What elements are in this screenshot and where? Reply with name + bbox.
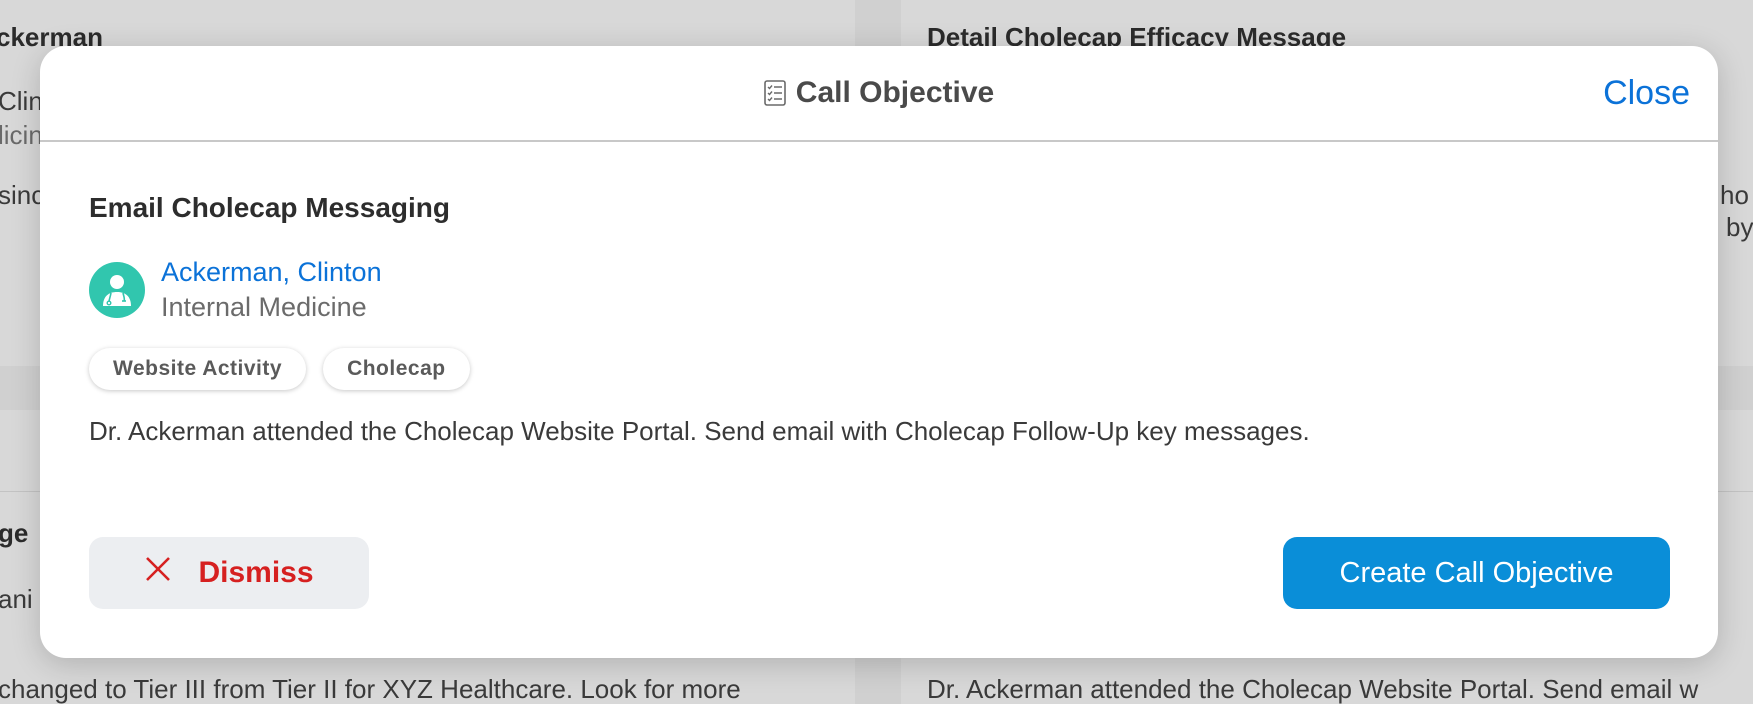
tag-cholecap: Cholecap bbox=[323, 348, 470, 390]
dismiss-button[interactable]: Dismiss bbox=[89, 537, 369, 609]
call-objective-modal: Call Objective Close Email Cholecap Mess… bbox=[40, 46, 1718, 658]
background-text: by bbox=[1726, 212, 1753, 242]
objective-title: Email Cholecap Messaging bbox=[89, 192, 450, 223]
background-text: Dr. Ackerman attended the Cholecap Websi… bbox=[927, 674, 1699, 704]
modal-header: Call Objective Close bbox=[40, 46, 1718, 142]
contact-specialty: Internal Medicine bbox=[161, 292, 367, 322]
close-x-icon bbox=[144, 555, 172, 591]
background-text: ani bbox=[0, 584, 33, 614]
create-call-objective-button[interactable]: Create Call Objective bbox=[1283, 537, 1670, 609]
background-text: licin bbox=[0, 120, 43, 150]
background-card-title-left-2: ge bbox=[0, 518, 29, 548]
contact-info: Ackerman, Clinton Internal Medicine bbox=[161, 257, 382, 323]
tag-list: Website Activity Cholecap bbox=[89, 348, 470, 390]
tag-website-activity: Website Activity bbox=[89, 348, 307, 390]
background-text: ho bbox=[1720, 180, 1749, 210]
objective-description: Dr. Ackerman attended the Cholecap Websi… bbox=[89, 416, 1310, 446]
contact-name-link[interactable]: Ackerman, Clinton bbox=[161, 257, 382, 288]
modal-title: Call Objective bbox=[40, 76, 1718, 110]
modal-title-text: Call Objective bbox=[795, 76, 995, 109]
background-text: sinc bbox=[0, 180, 45, 210]
background-text: changed to Tier III from Tier II for XYZ… bbox=[0, 674, 741, 704]
checklist-icon bbox=[763, 80, 786, 106]
contact-row: Ackerman, Clinton Internal Medicine bbox=[89, 257, 382, 323]
doctor-avatar-icon bbox=[89, 262, 145, 318]
dismiss-label: Dismiss bbox=[198, 556, 314, 589]
close-button[interactable]: Close bbox=[1603, 74, 1690, 113]
